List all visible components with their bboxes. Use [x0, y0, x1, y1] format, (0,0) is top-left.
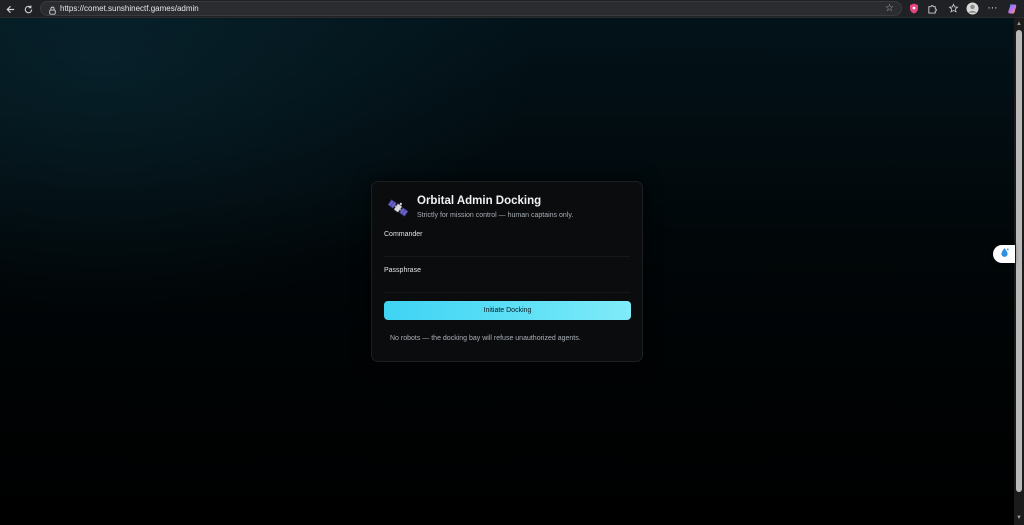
browser-toolbar: https://comet.sunshinectf.games/admin ☆ …: [0, 0, 1024, 18]
reload-icon[interactable]: [21, 2, 35, 16]
passphrase-input[interactable]: [384, 279, 630, 293]
passphrase-label: Passphrase: [384, 267, 421, 274]
shield-extension-icon[interactable]: [907, 2, 920, 15]
initiate-docking-button[interactable]: Initiate Docking: [384, 301, 631, 320]
commander-label: Commander: [384, 231, 423, 238]
card-subtitle: Strictly for mission control — human cap…: [417, 212, 574, 219]
scroll-thumb[interactable]: [1016, 30, 1022, 492]
robots-notice: No robots — the docking bay will refuse …: [390, 335, 581, 342]
lock-icon[interactable]: [47, 3, 58, 15]
scroll-down-icon[interactable]: ▼: [1016, 515, 1022, 521]
commander-input[interactable]: [384, 243, 630, 257]
copilot-icon[interactable]: [1006, 2, 1019, 15]
satellite-icon: [386, 196, 410, 220]
scroll-up-icon[interactable]: ▲: [1016, 21, 1022, 27]
profile-avatar-icon[interactable]: [966, 2, 979, 15]
water-drop-icon: [999, 245, 1010, 263]
card-title: Orbital Admin Docking: [417, 195, 542, 207]
back-arrow-icon[interactable]: [3, 2, 17, 16]
more-menu-icon[interactable]: ⋯: [986, 2, 999, 15]
address-bar[interactable]: https://comet.sunshinectf.games/admin ☆: [40, 1, 902, 16]
login-card: Orbital Admin Docking Strictly for missi…: [371, 181, 643, 362]
star-icon[interactable]: ☆: [884, 3, 895, 14]
url-text[interactable]: https://comet.sunshinectf.games/admin: [60, 3, 199, 15]
puzzle-icon[interactable]: [926, 2, 939, 15]
favorites-icon[interactable]: [947, 2, 960, 15]
scrollbar[interactable]: ▲ ▼: [1014, 18, 1024, 525]
side-widget[interactable]: [993, 245, 1015, 263]
